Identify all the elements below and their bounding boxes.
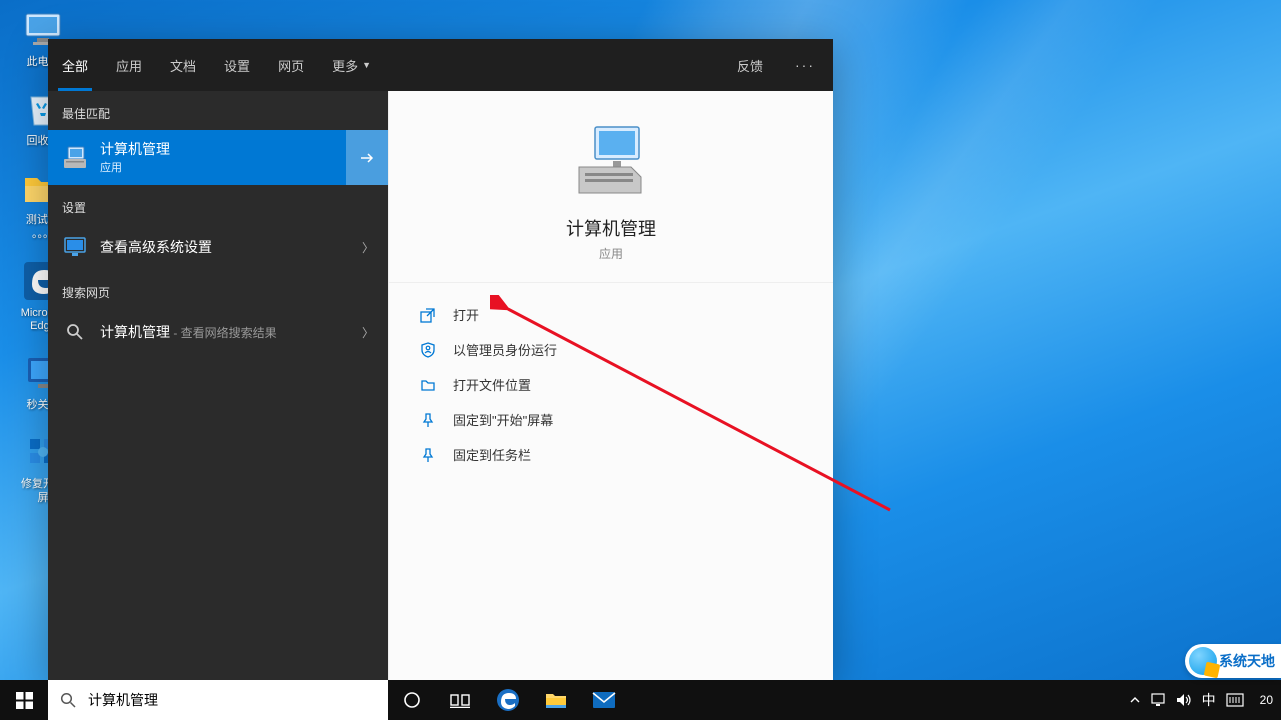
detail-title: 计算机管理 <box>409 215 813 241</box>
tab-label: 设置 <box>224 56 250 75</box>
action-label: 固定到"开始"屏幕 <box>453 410 553 429</box>
action-label: 以管理员身份运行 <box>453 340 557 359</box>
action-open[interactable]: 打开 <box>409 297 813 332</box>
section-web-search: 搜索网页 <box>48 270 388 309</box>
pin-icon <box>417 411 439 429</box>
clock-text: 20 <box>1260 693 1273 707</box>
windows-icon <box>16 692 33 709</box>
result-advanced-system-settings[interactable]: 查看高级系统设置 〉 <box>48 224 388 270</box>
action-label: 打开文件位置 <box>453 375 531 394</box>
taskbar-app-explorer[interactable] <box>532 680 580 720</box>
edge-icon <box>496 688 520 712</box>
tab-more[interactable]: 更多 ▼ <box>318 39 385 91</box>
tab-label: 网页 <box>278 56 304 75</box>
detail-subtitle: 应用 <box>409 245 813 262</box>
open-icon <box>417 306 439 324</box>
shield-icon <box>417 341 439 359</box>
result-web-search[interactable]: 计算机管理 - 查看网络搜索结果 〉 <box>48 309 388 355</box>
search-results-panel: 全部 应用 文档 设置 网页 更多 ▼ 反馈 ··· 最佳匹配 计算机管理 应用 <box>48 39 833 680</box>
action-pin-start[interactable]: 固定到"开始"屏幕 <box>409 402 813 437</box>
taskbar: 中 20 <box>0 680 1281 720</box>
result-title: 计算机管理 - 查看网络搜索结果 <box>100 323 362 342</box>
tray-chevron-up-icon[interactable] <box>1129 694 1141 706</box>
detail-actions: 打开 以管理员身份运行 打开文件位置 固定到"开始"屏幕 固定到任务栏 <box>389 283 833 486</box>
result-subtitle: 应用 <box>100 159 338 175</box>
start-button[interactable] <box>0 680 48 720</box>
tab-label: 更多 <box>332 56 358 75</box>
chevron-right-icon: 〉 <box>362 239 374 256</box>
search-icon <box>48 692 88 708</box>
circle-icon <box>403 691 421 709</box>
computer-management-large-icon <box>571 121 651 201</box>
expand-arrow-button[interactable] <box>346 130 388 185</box>
tab-documents[interactable]: 文档 <box>156 39 210 91</box>
chevron-right-icon: 〉 <box>362 324 374 341</box>
search-filter-tabs: 全部 应用 文档 设置 网页 更多 ▼ 反馈 ··· <box>48 39 833 91</box>
task-view-button[interactable] <box>436 680 484 720</box>
feedback-button[interactable]: 反馈 <box>723 39 777 91</box>
search-results-list: 最佳匹配 计算机管理 应用 设置 查看高级系统设置 〉 <box>48 91 388 680</box>
tab-settings[interactable]: 设置 <box>210 39 264 91</box>
tab-all[interactable]: 全部 <box>48 39 102 91</box>
computer-management-icon <box>62 145 88 171</box>
taskbar-app-mail[interactable] <box>580 680 628 720</box>
action-label: 打开 <box>453 305 479 324</box>
tab-label: 全部 <box>62 56 88 75</box>
globe-icon <box>1189 647 1217 675</box>
tab-label: 应用 <box>116 56 142 75</box>
more-options-button[interactable]: ··· <box>777 39 833 91</box>
folder-icon <box>545 690 567 710</box>
chevron-down-icon: ▼ <box>362 60 371 70</box>
section-best-match: 最佳匹配 <box>48 91 388 130</box>
ime-indicator[interactable]: 中 <box>1202 690 1216 710</box>
watermark-text: 系统天地 <box>1219 651 1275 671</box>
action-run-as-admin[interactable]: 以管理员身份运行 <box>409 332 813 367</box>
section-settings: 设置 <box>48 185 388 224</box>
monitor-icon <box>62 234 88 260</box>
taskbar-app-edge[interactable] <box>484 680 532 720</box>
system-tray: 中 <box>1121 680 1252 720</box>
result-computer-management[interactable]: 计算机管理 应用 <box>48 130 388 185</box>
folder-location-icon <box>417 376 439 394</box>
tab-web[interactable]: 网页 <box>264 39 318 91</box>
mail-icon <box>592 690 616 710</box>
search-input[interactable] <box>88 680 388 720</box>
search-icon <box>62 319 88 345</box>
action-pin-taskbar[interactable]: 固定到任务栏 <box>409 437 813 472</box>
tab-apps[interactable]: 应用 <box>102 39 156 91</box>
result-title: 查看高级系统设置 <box>100 238 362 256</box>
network-icon[interactable] <box>1151 693 1166 707</box>
watermark: 系统天地 <box>1185 644 1281 678</box>
volume-icon[interactable] <box>1176 693 1192 707</box>
feedback-label: 反馈 <box>737 56 763 75</box>
taskbar-clock[interactable]: 20 <box>1252 680 1281 720</box>
ime-keyboard-icon[interactable] <box>1226 693 1244 707</box>
task-view-icon <box>450 692 470 708</box>
search-detail-pane: 计算机管理 应用 打开 以管理员身份运行 打开文件位置 固定到 <box>388 91 833 680</box>
taskbar-search-box[interactable] <box>48 680 388 720</box>
detail-hero: 计算机管理 应用 <box>389 91 833 283</box>
action-label: 固定到任务栏 <box>453 445 531 464</box>
cortana-button[interactable] <box>388 680 436 720</box>
tab-label: 文档 <box>170 56 196 75</box>
pin-icon <box>417 446 439 464</box>
action-open-file-location[interactable]: 打开文件位置 <box>409 367 813 402</box>
result-title: 计算机管理 <box>100 140 338 158</box>
